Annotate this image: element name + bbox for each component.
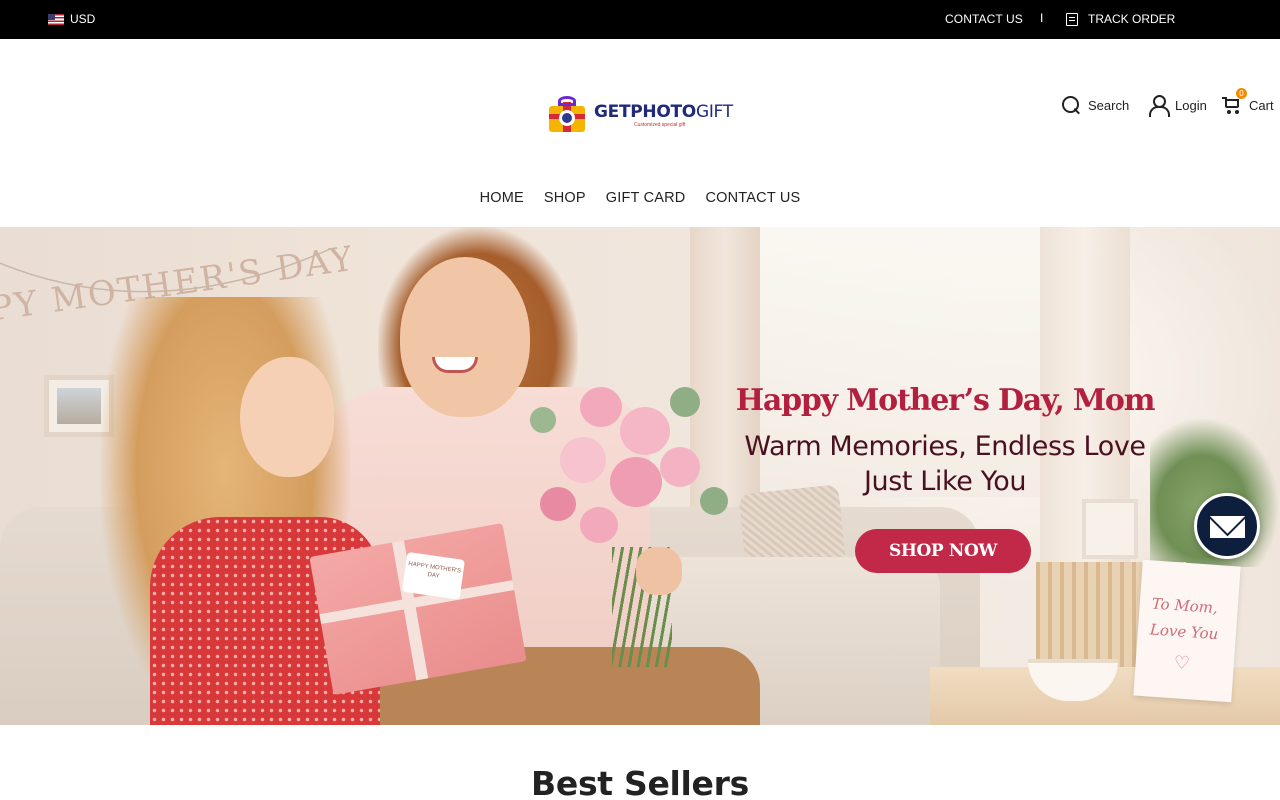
best-sellers-heading: Best Sellers [531,764,749,800]
flower-bouquet [520,367,740,577]
top-contact-link[interactable]: CONTACT US [945,12,1023,26]
heart-icon: ♡ [1173,652,1191,674]
nav-item-home[interactable]: HOME [480,190,524,206]
cart-label: Cart [1249,97,1274,113]
hero-title: Happy Mother’s Day, Mom [735,383,1156,418]
gift-camera-logo-icon [546,96,588,134]
track-order-link[interactable]: TRACK ORDER [1066,12,1175,26]
top-separator: I [1040,11,1044,25]
hero-text: Happy Mother’s Day, Mom Warm Memories, E… [720,381,1170,499]
greeting-card: To Mom, Love You ♡ [1133,559,1241,703]
cart-icon: 0 [1222,88,1247,115]
site-logo[interactable]: GETPHOTOGIFT Customized special gift [546,95,742,135]
chat-widget-button[interactable] [1194,493,1260,559]
hero-subtitle-line-2: Just Like You [863,466,1027,497]
nav-item-contact-us[interactable]: CONTACT US [705,190,800,206]
login-button[interactable]: Login [1148,95,1207,117]
gift-tag-text: HAPPY MOTHER'S DAY [401,551,465,600]
envelope-icon [1210,516,1245,538]
card-line-2: Love You [1149,620,1219,644]
currency-selector[interactable]: USD [48,12,95,26]
logo-name-bold: GETPHOTO [594,101,696,122]
shop-now-button[interactable]: SHOP NOW [855,529,1031,573]
cart-count-badge: 0 [1236,88,1247,99]
us-flag-icon [48,13,64,25]
user-icon [1148,95,1170,117]
photo-frame-small [1082,499,1138,559]
track-order-label: TRACK ORDER [1088,12,1176,26]
nav-item-gift-card[interactable]: GIFT CARD [606,190,686,206]
site-header: GETPHOTOGIFT Customized special gift Sea… [0,39,1280,227]
hero-subtitle-line-1: Warm Memories, Endless Love [744,431,1146,462]
hero-banner[interactable]: PY MOTHER'S DAY HAPPY MOTHER'S DAY To Mo… [0,227,1280,725]
currency-label: USD [70,12,96,26]
search-button[interactable]: Search [1061,95,1129,115]
cart-button[interactable]: 0 Cart [1222,88,1274,115]
search-icon [1061,95,1081,115]
login-label: Login [1175,97,1207,113]
document-icon [1066,12,1078,26]
logo-name-light: GIFT [695,101,733,122]
nav-item-shop[interactable]: SHOP [544,190,586,206]
top-bar: USD CONTACT US I TRACK ORDER [0,0,1280,39]
main-nav: HOME SHOP GIFT CARD CONTACT US [0,190,1280,206]
search-label: Search [1088,97,1130,113]
logo-tagline: Customized special gift [634,121,686,128]
